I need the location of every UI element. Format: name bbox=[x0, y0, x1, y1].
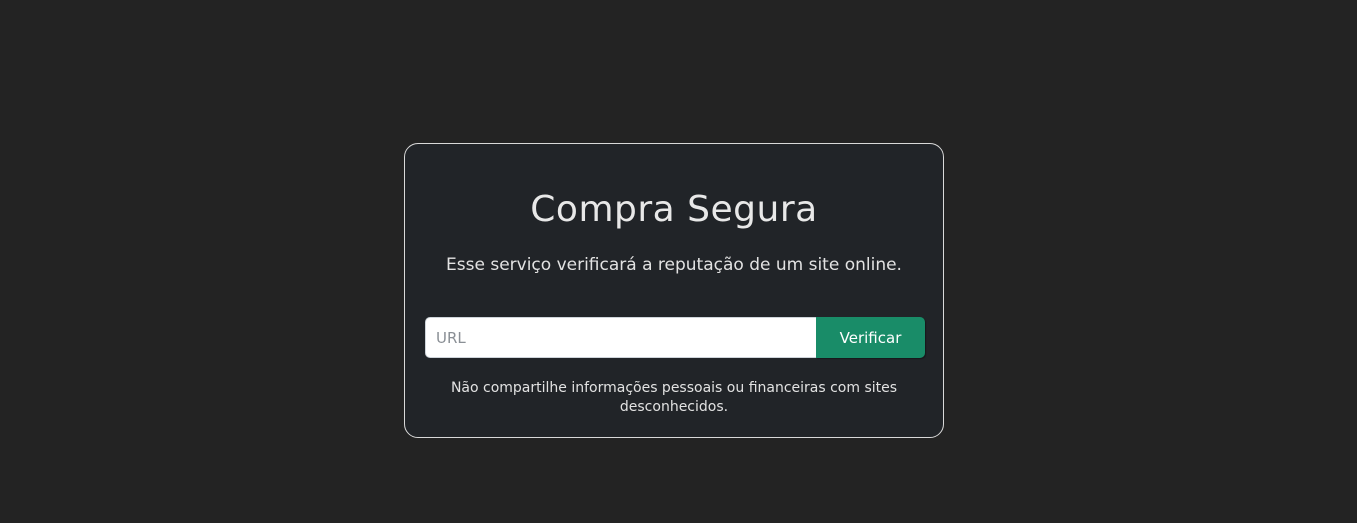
page-title: Compra Segura bbox=[530, 189, 818, 230]
url-form: Verificar bbox=[425, 317, 925, 358]
safety-warning: Não compartilhe informações pessoais ou … bbox=[450, 380, 898, 415]
page: Compra Segura Esse serviço verificará a … bbox=[0, 0, 1357, 523]
verify-button[interactable]: Verificar bbox=[816, 317, 925, 358]
url-input[interactable] bbox=[425, 317, 816, 358]
verification-card: Compra Segura Esse serviço verificará a … bbox=[404, 143, 944, 438]
service-description: Esse serviço verificará a reputação de u… bbox=[446, 255, 902, 275]
